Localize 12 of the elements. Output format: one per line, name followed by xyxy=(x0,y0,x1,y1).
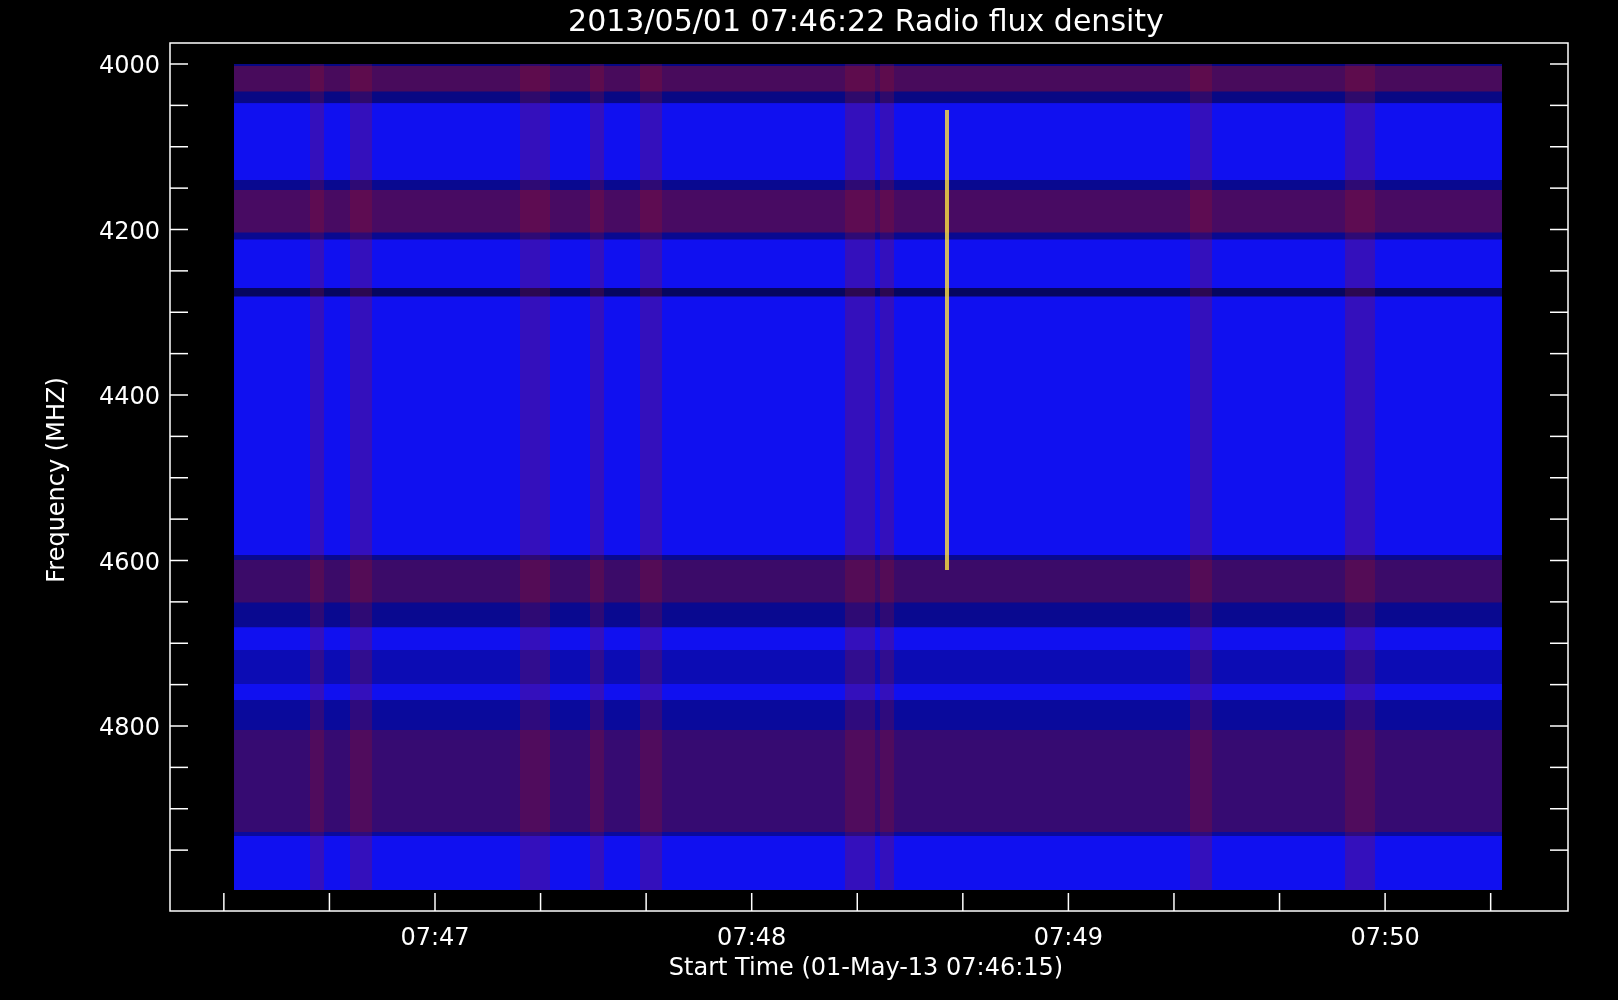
plot-title: 2013/05/01 07:46:22 Radio flux density xyxy=(568,3,1164,38)
y-axis-label: Frequency (MHZ) xyxy=(42,377,70,583)
x-axis-label: Start Time (01-May-13 07:46:15) xyxy=(668,953,1064,981)
y-tick-label: 4000 xyxy=(98,51,160,79)
y-tick-label: 4400 xyxy=(98,382,160,410)
x-tick-label: 07:50 xyxy=(1350,923,1420,951)
x-tick-label: 07:48 xyxy=(717,923,787,951)
y-tick-label: 4200 xyxy=(98,216,160,245)
x-tick-label: 07:47 xyxy=(400,923,470,951)
y-tick-label: 4600 xyxy=(98,547,160,576)
x-tick-label: 07:49 xyxy=(1033,923,1103,951)
y-tick-label: 4800 xyxy=(98,713,160,741)
